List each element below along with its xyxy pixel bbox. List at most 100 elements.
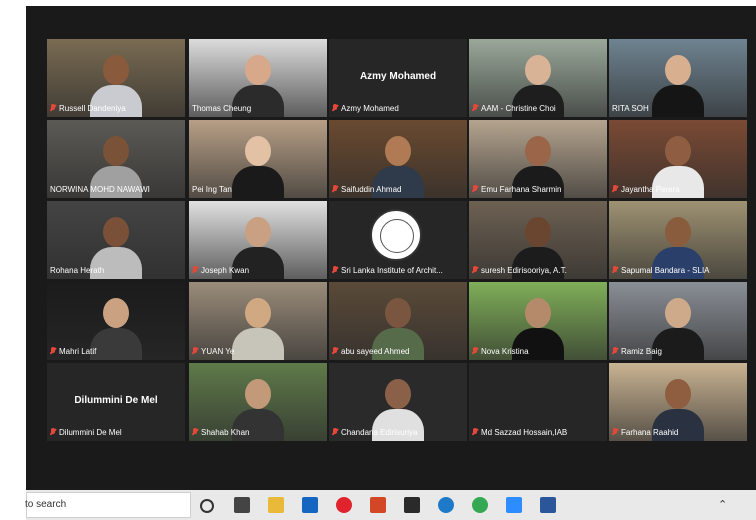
muted-mic-icon xyxy=(612,266,618,274)
participant-name-label: Emu Farhana Sharmin xyxy=(472,184,604,195)
participant-name: AAM - Christine Choi xyxy=(481,104,556,113)
institute-seal-logo xyxy=(370,209,422,261)
muted-mic-icon xyxy=(332,266,338,274)
participant-tile[interactable]: RITA SOH xyxy=(609,39,747,117)
participant-name: Russell Dandeniya xyxy=(59,104,126,113)
muted-mic-icon xyxy=(472,104,478,112)
chrome-icon[interactable] xyxy=(472,497,488,513)
participant-name: Chandana Edirisuriya xyxy=(341,428,418,437)
muted-mic-icon xyxy=(332,428,338,436)
participant-tile[interactable]: Russell Dandeniya xyxy=(47,39,185,117)
participant-name-label: abu sayeed Ahmed xyxy=(332,346,464,357)
participant-tile[interactable]: abu sayeed Ahmed xyxy=(329,282,467,360)
participant-name-label: Jayantha Perera xyxy=(612,184,744,195)
windows-taskbar: to search ⌃ xyxy=(25,490,756,520)
participant-name: RITA SOH xyxy=(612,104,649,113)
participant-tile[interactable]: Emu Farhana Sharmin xyxy=(469,120,607,198)
participant-name-label: Mahri Latif xyxy=(50,346,182,357)
participant-name: Emu Farhana Sharmin xyxy=(481,185,562,194)
participant-tile[interactable]: Shahab Khan xyxy=(189,363,327,441)
file-explorer-icon[interactable] xyxy=(268,497,284,513)
powerpoint-icon[interactable] xyxy=(370,497,386,513)
participant-name: YUAN Ye xyxy=(201,347,235,356)
task-view-icon[interactable] xyxy=(200,499,214,513)
participant-tile[interactable]: Jayantha Perera xyxy=(609,120,747,198)
participant-name: Ramiz Baig xyxy=(621,347,662,356)
participant-name-label: Sri Lanka Institute of Archit... xyxy=(332,265,464,276)
participant-tile[interactable]: Sri Lanka Institute of Archit... xyxy=(329,201,467,279)
participant-name-label: Pei Ing Tan xyxy=(192,184,324,195)
chevron-up-icon[interactable]: ⌃ xyxy=(718,498,727,511)
muted-mic-icon xyxy=(612,428,618,436)
participant-tile[interactable]: suresh Edirisooriya, A.T. xyxy=(469,201,607,279)
participant-name-label: Md Sazzad Hossain,IAB xyxy=(472,427,604,438)
participant-tile[interactable]: Sapumal Bandara - SLIA xyxy=(609,201,747,279)
multitasking-icon[interactable] xyxy=(234,497,250,513)
participant-display-name: Dilummini De Mel xyxy=(74,395,158,406)
muted-mic-icon xyxy=(612,347,618,355)
muted-mic-icon xyxy=(332,185,338,193)
participant-tile[interactable]: Thomas Cheung xyxy=(189,39,327,117)
participant-name: Azmy Mohamed xyxy=(341,104,399,113)
participant-tile[interactable]: Azmy Mohamed Azmy Mohamed xyxy=(329,39,467,117)
zoom-icon[interactable] xyxy=(506,497,522,513)
participant-name-label: Sapumal Bandara - SLIA xyxy=(612,265,744,276)
taskbar-search-box[interactable]: to search xyxy=(25,492,191,518)
participant-name: Thomas Cheung xyxy=(192,104,252,113)
opera-icon[interactable] xyxy=(336,497,352,513)
participant-tile[interactable]: AAM - Christine Choi xyxy=(469,39,607,117)
participant-tile[interactable]: Pei Ing Tan xyxy=(189,120,327,198)
participant-name-label: Farhana Raahid xyxy=(612,427,744,438)
participant-tile[interactable]: Mahri Latif xyxy=(47,282,185,360)
participant-name-label: Russell Dandeniya xyxy=(50,103,182,114)
participant-name: Farhana Raahid xyxy=(621,428,679,437)
participant-grid: Russell Dandeniya Thomas Cheung Azmy Moham… xyxy=(26,6,756,490)
participant-name: Joseph Kwan xyxy=(201,266,250,275)
mail-icon[interactable] xyxy=(404,497,420,513)
participant-tile[interactable]: Md Sazzad Hossain,IAB xyxy=(469,363,607,441)
muted-mic-icon xyxy=(332,104,338,112)
participant-name-label: YUAN Ye xyxy=(192,346,324,357)
outlook-icon[interactable] xyxy=(302,497,318,513)
participant-name: Md Sazzad Hossain,IAB xyxy=(481,428,568,437)
participant-tile[interactable]: NORWINA MOHD NAWAWI xyxy=(47,120,185,198)
participant-name-label: Thomas Cheung xyxy=(192,103,324,114)
participant-name-label: Chandana Edirisuriya xyxy=(332,427,464,438)
edge-icon[interactable] xyxy=(438,497,454,513)
muted-mic-icon xyxy=(472,185,478,193)
participant-tile[interactable]: Joseph Kwan xyxy=(189,201,327,279)
participant-tile[interactable]: Nova Kristina xyxy=(469,282,607,360)
participant-tile[interactable]: YUAN Ye xyxy=(189,282,327,360)
participant-name: suresh Edirisooriya, A.T. xyxy=(481,266,567,275)
muted-mic-icon xyxy=(472,266,478,274)
participant-name-label: Joseph Kwan xyxy=(192,265,324,276)
participant-name-label: Saifuddin Ahmad xyxy=(332,184,464,195)
participant-tile[interactable]: Ramiz Baig xyxy=(609,282,747,360)
muted-mic-icon xyxy=(192,347,198,355)
participant-tile[interactable]: Farhana Raahid xyxy=(609,363,747,441)
participant-name-label: NORWINA MOHD NAWAWI xyxy=(50,184,182,195)
muted-mic-icon xyxy=(472,347,478,355)
muted-mic-icon xyxy=(612,185,618,193)
participant-name: Rohana Herath xyxy=(50,266,105,275)
participant-name-label: Azmy Mohamed xyxy=(332,103,464,114)
muted-mic-icon xyxy=(50,104,56,112)
participant-tile[interactable]: Dilummini De Mel Dilummini De Mel xyxy=(47,363,185,441)
participant-name: Sapumal Bandara - SLIA xyxy=(621,266,710,275)
participant-tile[interactable]: Chandana Edirisuriya xyxy=(329,363,467,441)
participant-display-name: Azmy Mohamed xyxy=(359,71,437,82)
zoom-gallery-window: Russell Dandeniya Thomas Cheung Azmy Moham… xyxy=(26,6,756,490)
participant-tile[interactable]: Rohana Herath xyxy=(47,201,185,279)
participant-name-label: RITA SOH xyxy=(612,103,744,114)
muted-mic-icon xyxy=(472,428,478,436)
participant-tile[interactable]: Saifuddin Ahmad xyxy=(329,120,467,198)
participant-name: Jayantha Perera xyxy=(621,185,680,194)
word-icon[interactable] xyxy=(540,497,556,513)
muted-mic-icon xyxy=(332,347,338,355)
participant-name: Dilummini De Mel xyxy=(59,428,122,437)
participant-name: abu sayeed Ahmed xyxy=(341,347,410,356)
participant-name: Nova Kristina xyxy=(481,347,529,356)
participant-name: Sri Lanka Institute of Archit... xyxy=(341,266,443,275)
participant-name: Pei Ing Tan xyxy=(192,185,232,194)
participant-name: Mahri Latif xyxy=(59,347,97,356)
